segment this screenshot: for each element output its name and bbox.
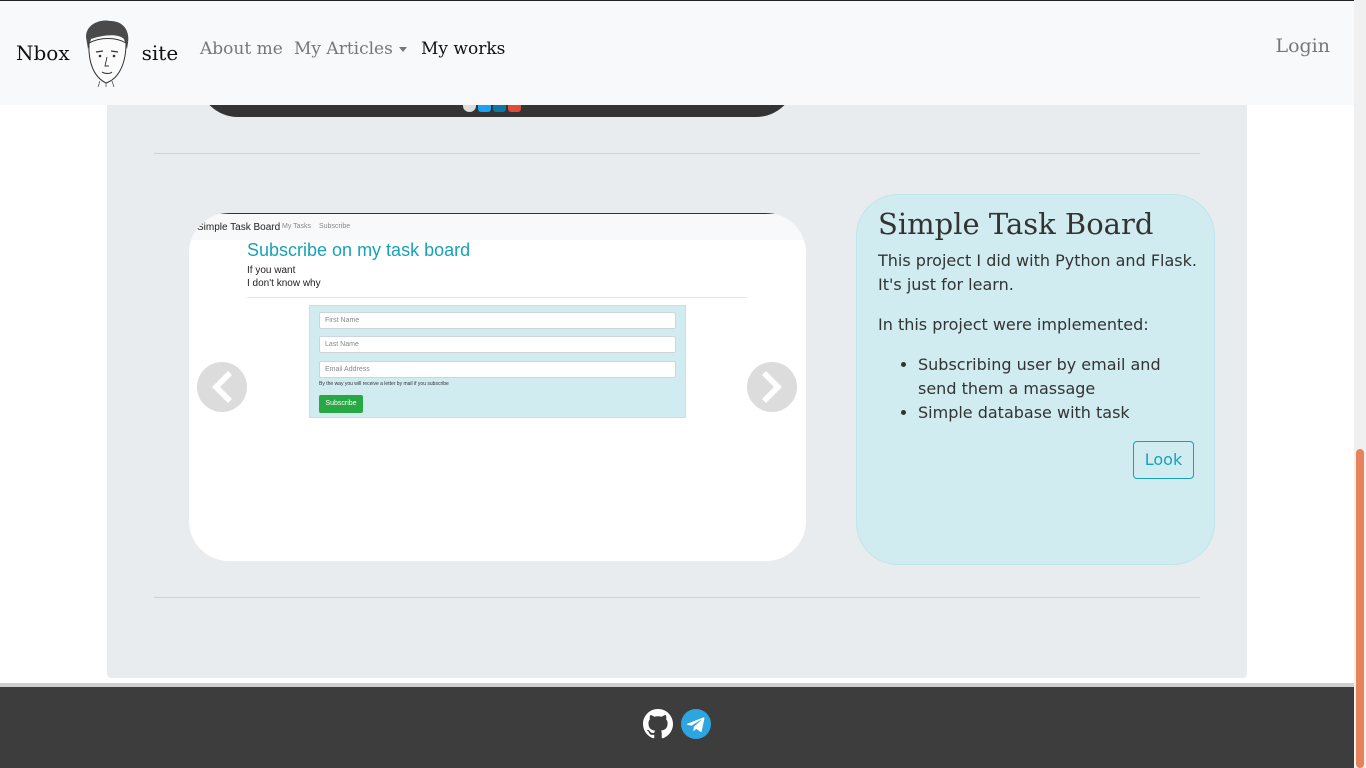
divider (154, 597, 1200, 598)
project-info-card: Simple Task Board This project I did wit… (856, 194, 1215, 565)
screenshot-first-name-field: First Name (319, 312, 676, 329)
nav-my-articles-label: My Articles (294, 39, 393, 59)
caret-down-icon (398, 47, 407, 52)
screenshot-note: By the way you will receive a letter by … (319, 381, 449, 387)
project-title: Simple Task Board (878, 207, 1154, 241)
screenshot-subscribe-form: First Name Last Name Email Address By th… (309, 305, 686, 418)
nav-about-me[interactable]: About me (200, 39, 283, 59)
screenshot-brand: Simple Task Board (197, 222, 281, 233)
carousel-prev-icon[interactable] (197, 362, 247, 412)
carousel-next-icon[interactable] (747, 362, 797, 412)
screenshot-heading: Subscribe on my task board (247, 240, 471, 260)
telegram-icon[interactable] (681, 709, 711, 739)
divider (154, 153, 1200, 154)
feature-list: Subscribing user by email and send them … (898, 353, 1188, 425)
screenshot-last-name-field: Last Name (319, 336, 676, 353)
screenshot-nav-subscribe: Subscribe (319, 223, 351, 230)
brand-text-right: site (141, 41, 179, 65)
screenshot-email-field: Email Address (319, 361, 676, 378)
screenshot-navbar: Simple Task Board My Tasks Subscribe (189, 214, 806, 240)
github-icon[interactable] (643, 709, 673, 739)
nav-my-works[interactable]: My works (421, 39, 505, 59)
login-link[interactable]: Login (1275, 35, 1330, 57)
scrollbar-thumb[interactable] (1356, 449, 1364, 768)
project-carousel: Simple Task Board My Tasks Subscribe Sub… (189, 213, 806, 561)
screenshot-subscribe-button: Subscribe (319, 395, 363, 413)
footer (0, 687, 1354, 768)
list-item: Subscribing user by email and send them … (918, 353, 1188, 401)
screenshot-divider (247, 297, 747, 298)
look-button[interactable]: Look (1133, 441, 1194, 479)
page-scrollbar[interactable] (1354, 0, 1366, 768)
implemented-heading: In this project were implemented: (878, 315, 1149, 334)
screenshot-text-line: If you want (247, 265, 296, 276)
screenshot-nav-my-tasks: My Tasks (282, 223, 312, 230)
navbar: Nbox site About me My Articles My works … (0, 0, 1354, 105)
project-description: This project I did with Python and Flask… (878, 251, 1197, 294)
list-item: Simple database with task (918, 401, 1188, 425)
nav-my-articles[interactable]: My Articles (294, 39, 407, 59)
screenshot-text-line: I don't know why (247, 278, 321, 289)
avatar-face-icon (85, 20, 128, 87)
brand-text-left: Nbox (16, 41, 70, 65)
brand[interactable]: Nbox site (16, 1, 178, 105)
